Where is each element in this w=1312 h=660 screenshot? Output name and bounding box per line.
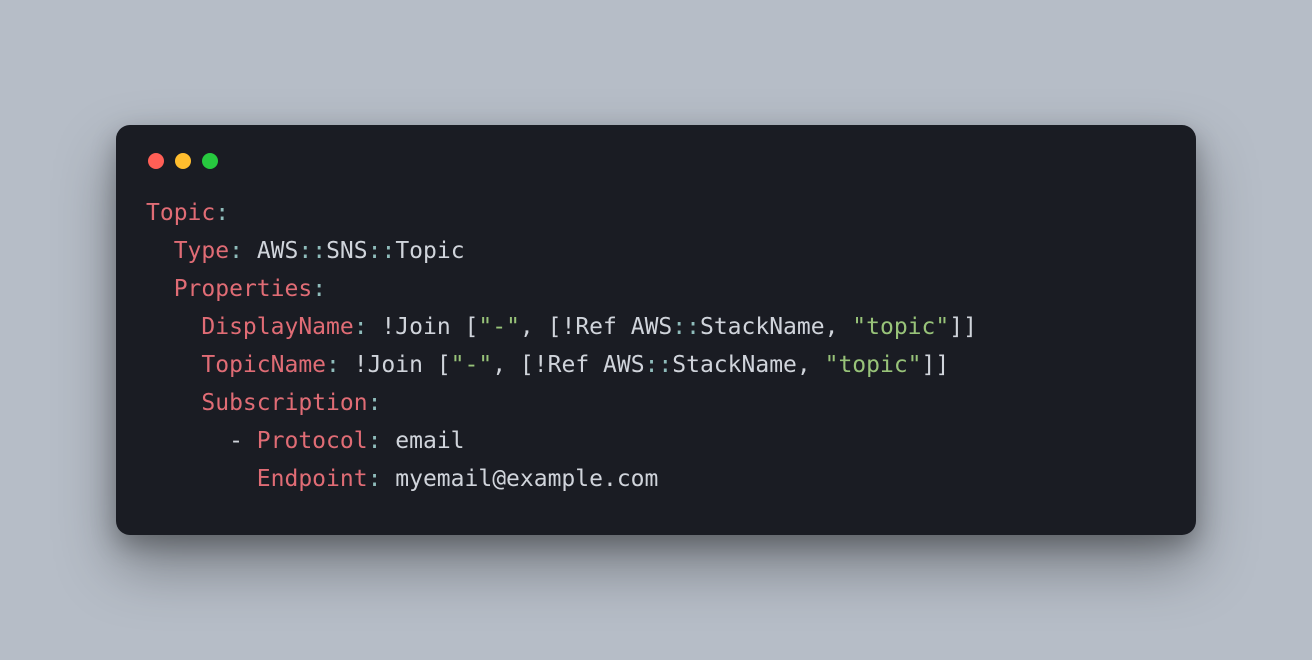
colon: : (215, 200, 229, 226)
yaml-fn: !Join (368, 314, 465, 340)
yaml-key: Properties (174, 276, 312, 302)
yaml-value: Topic (395, 238, 464, 264)
yaml-key: DisplayName (201, 314, 353, 340)
colon: : (229, 238, 243, 264)
maximize-icon[interactable] (202, 153, 218, 169)
yaml-value: StackName (672, 352, 797, 378)
colon: : (368, 390, 382, 416)
yaml-key: Protocol (257, 428, 368, 454)
bracket: [ (437, 352, 451, 378)
close-icon[interactable] (148, 153, 164, 169)
double-colon: :: (645, 352, 673, 378)
bracket: ]] (949, 314, 977, 340)
double-colon: :: (298, 238, 326, 264)
colon: : (354, 314, 368, 340)
bracket: [ (465, 314, 479, 340)
yaml-fn: !Ref AWS (561, 314, 672, 340)
yaml-key: Type (174, 238, 229, 264)
yaml-string: "topic" (825, 352, 922, 378)
comma: , (797, 352, 825, 378)
yaml-fn: !Join (340, 352, 437, 378)
yaml-string: "topic" (852, 314, 949, 340)
minimize-icon[interactable] (175, 153, 191, 169)
yaml-value: myemail@example.com (381, 466, 658, 492)
comma: , (825, 314, 853, 340)
yaml-value (243, 238, 257, 264)
yaml-key: Subscription (201, 390, 367, 416)
code-block: Topic: Type: AWS::SNS::Topic Properties:… (146, 195, 1166, 499)
yaml-fn: !Ref AWS (534, 352, 645, 378)
yaml-string: "-" (478, 314, 520, 340)
comma: , (492, 352, 520, 378)
yaml-value: SNS (326, 238, 368, 264)
colon: : (368, 428, 382, 454)
yaml-key: Endpoint (257, 466, 368, 492)
comma: , (520, 314, 548, 340)
yaml-key: Topic (146, 200, 215, 226)
list-dash: - (229, 428, 257, 454)
colon: : (368, 466, 382, 492)
double-colon: :: (368, 238, 396, 264)
bracket: [ (548, 314, 562, 340)
code-window: Topic: Type: AWS::SNS::Topic Properties:… (116, 125, 1196, 535)
yaml-value: AWS (257, 238, 299, 264)
colon: : (326, 352, 340, 378)
bracket: ]] (922, 352, 950, 378)
double-colon: :: (672, 314, 700, 340)
yaml-value: StackName (700, 314, 825, 340)
bracket: [ (520, 352, 534, 378)
yaml-value: email (381, 428, 464, 454)
window-titlebar (146, 149, 1166, 195)
yaml-key: TopicName (201, 352, 326, 378)
yaml-string: "-" (451, 352, 493, 378)
colon: : (312, 276, 326, 302)
